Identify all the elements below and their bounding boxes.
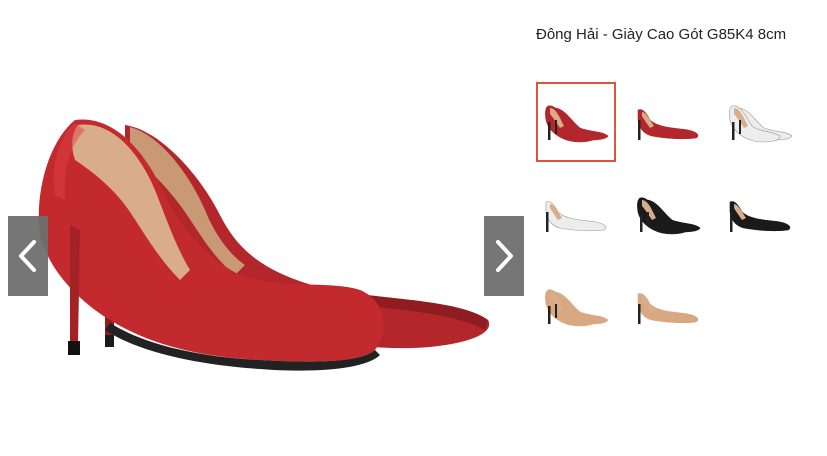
product-title: Đông Hải - Giày Cao Gót G85K4 8cm (536, 26, 787, 43)
thumbnail-7[interactable] (536, 266, 616, 346)
white-pump-pair-thumbnail (729, 105, 793, 143)
thumbnail-1[interactable] (536, 82, 616, 162)
thumbnail-5[interactable] (628, 174, 708, 254)
red-pump-pair-image (38, 119, 490, 371)
thumbnail-8[interactable] (628, 266, 708, 346)
previous-image-button[interactable] (8, 216, 48, 296)
red-pump-side-thumbnail (637, 109, 699, 140)
thumbnail-2[interactable] (628, 82, 708, 162)
next-image-button[interactable] (484, 216, 524, 296)
red-pump-pair-thumbnail (545, 105, 609, 143)
thumbnail-3[interactable] (720, 82, 800, 162)
chevron-left-icon (19, 240, 36, 272)
white-pump-side-thumbnail (545, 201, 607, 232)
black-pump-side-thumbnail (729, 201, 791, 232)
black-pump-pair-thumbnail (637, 197, 701, 235)
thumbnail-4[interactable] (536, 174, 616, 254)
main-image-stage (0, 0, 530, 456)
nude-pump-pair-thumbnail (545, 289, 609, 327)
thumbnail-grid (536, 82, 811, 346)
chevron-right-icon (496, 240, 513, 272)
nude-pump-side-thumbnail (637, 293, 699, 324)
thumbnail-6[interactable] (720, 174, 800, 254)
